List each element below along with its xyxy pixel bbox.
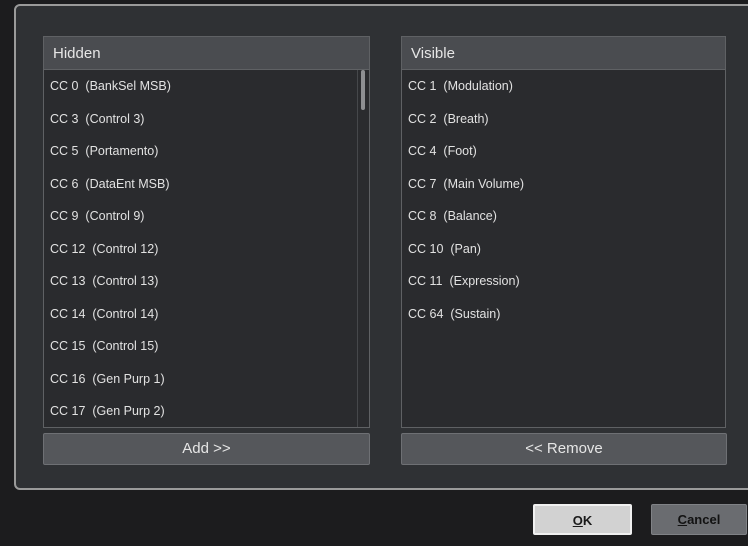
hidden-list-item[interactable]: CC 12 (Control 12) [44, 233, 369, 266]
visible-list-item[interactable]: CC 8 (Balance) [402, 200, 725, 233]
hidden-list-header: Hidden [44, 37, 369, 70]
visible-list-header: Visible [402, 37, 725, 70]
scrollbar-thumb[interactable] [361, 70, 365, 110]
cancel-mnemonic: C [677, 512, 688, 527]
visible-list: Visible CC 1 (Modulation) CC 2 (Breath) … [401, 36, 726, 428]
dialog-panel: Hidden CC 0 (BankSel MSB) CC 3 (Control … [14, 4, 748, 490]
hidden-list-item[interactable]: CC 16 (Gen Purp 1) [44, 363, 369, 396]
visible-list-item[interactable]: CC 2 (Breath) [402, 103, 725, 136]
hidden-list-item[interactable]: CC 5 (Portamento) [44, 135, 369, 168]
ok-button[interactable]: OK [533, 504, 632, 535]
hidden-list-item[interactable]: CC 15 (Control 15) [44, 330, 369, 363]
visible-list-item[interactable]: CC 1 (Modulation) [402, 70, 725, 103]
hidden-list-item[interactable]: CC 17 (Gen Purp 2) [44, 395, 369, 427]
hidden-list-item[interactable]: CC 6 (DataEnt MSB) [44, 168, 369, 201]
hidden-list-item[interactable]: CC 0 (BankSel MSB) [44, 70, 369, 103]
visible-list-item[interactable]: CC 11 (Expression) [402, 265, 725, 298]
cancel-button[interactable]: Cancel [651, 504, 747, 535]
hidden-list: Hidden CC 0 (BankSel MSB) CC 3 (Control … [43, 36, 370, 428]
visible-list-item[interactable]: CC 64 (Sustain) [402, 298, 725, 331]
visible-list-item[interactable]: CC 10 (Pan) [402, 233, 725, 266]
remove-button[interactable]: << Remove [401, 433, 727, 465]
ok-label-rest: K [582, 513, 593, 528]
visible-list-body: CC 1 (Modulation) CC 2 (Breath) CC 4 (Fo… [402, 70, 725, 427]
visible-list-item[interactable]: CC 7 (Main Volume) [402, 168, 725, 201]
hidden-list-item[interactable]: CC 14 (Control 14) [44, 298, 369, 331]
hidden-list-item[interactable]: CC 3 (Control 3) [44, 103, 369, 136]
add-button[interactable]: Add >> [43, 433, 370, 465]
visible-list-item[interactable]: CC 4 (Foot) [402, 135, 725, 168]
ok-mnemonic: O [572, 513, 583, 528]
hidden-list-scrollbar[interactable] [357, 70, 369, 427]
hidden-list-body: CC 0 (BankSel MSB) CC 3 (Control 3) CC 5… [44, 70, 369, 427]
hidden-list-item[interactable]: CC 9 (Control 9) [44, 200, 369, 233]
cancel-label-rest: ancel [687, 512, 721, 527]
hidden-list-item[interactable]: CC 13 (Control 13) [44, 265, 369, 298]
